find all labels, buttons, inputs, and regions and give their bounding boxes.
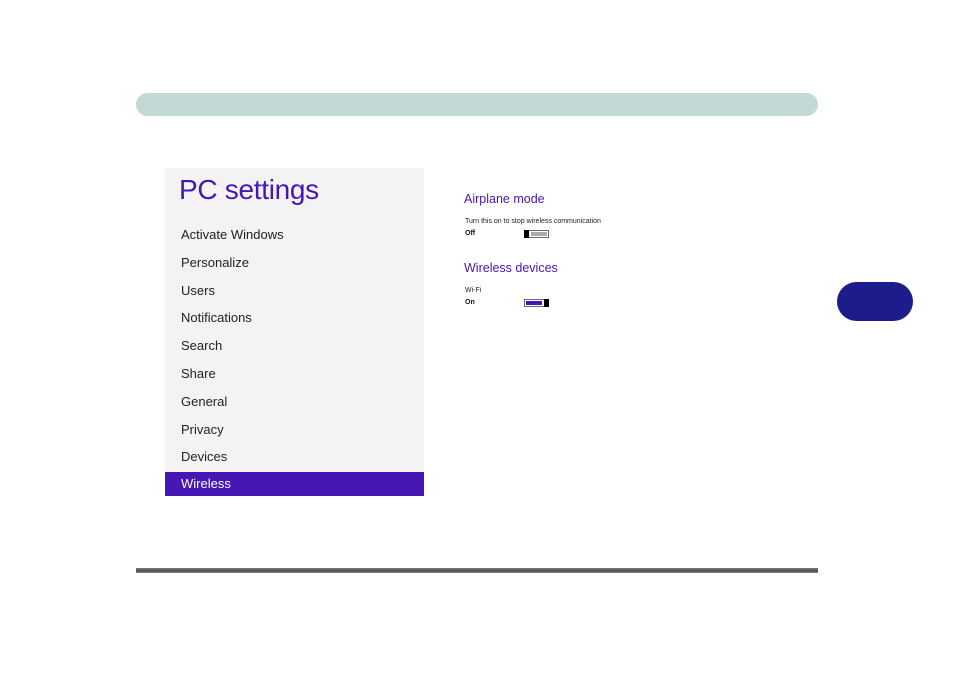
- page-title: PC settings: [179, 174, 319, 205]
- chapter-tab: [837, 282, 913, 321]
- nav-item-share[interactable]: Share: [165, 360, 424, 388]
- wifi-state: On: [465, 299, 475, 306]
- nav-pane: PC settings Activate Windows Personalize…: [165, 168, 424, 497]
- content-pane: Airplane mode Turn this on to stop wirel…: [464, 168, 804, 496]
- wifi-toggle[interactable]: [524, 299, 549, 307]
- toggle-thumb[interactable]: [524, 230, 529, 238]
- wifi-label: Wi-Fi: [465, 287, 482, 294]
- wireless-devices-heading: Wireless devices: [464, 261, 558, 275]
- nav-item-activate-windows[interactable]: Activate Windows: [165, 221, 424, 249]
- toggle-track: [531, 232, 547, 236]
- nav-item-wireless[interactable]: Wireless: [165, 472, 424, 497]
- nav-item-search[interactable]: Search: [165, 332, 424, 360]
- nav-item-privacy[interactable]: Privacy: [165, 416, 424, 444]
- footer-rule: [136, 568, 818, 573]
- nav-item-users[interactable]: Users: [165, 277, 424, 305]
- nav-item-personalize[interactable]: Personalize: [165, 249, 424, 277]
- pc-settings-window: PC settings Activate Windows Personalize…: [165, 168, 811, 497]
- nav-item-devices[interactable]: Devices: [165, 443, 424, 471]
- toggle-track: [526, 301, 542, 305]
- toggle-thumb[interactable]: [544, 299, 549, 307]
- airplane-mode-toggle[interactable]: [524, 230, 549, 238]
- airplane-mode-description: Turn this on to stop wireless communicat…: [465, 218, 601, 225]
- airplane-mode-state: Off: [465, 230, 476, 237]
- nav-item-notifications[interactable]: Notifications: [165, 304, 424, 332]
- nav-list: Activate Windows Personalize Users Notif…: [165, 221, 424, 497]
- page-header-bar: [136, 93, 818, 116]
- nav-item-general[interactable]: General: [165, 388, 424, 416]
- airplane-mode-heading: Airplane mode: [464, 192, 545, 206]
